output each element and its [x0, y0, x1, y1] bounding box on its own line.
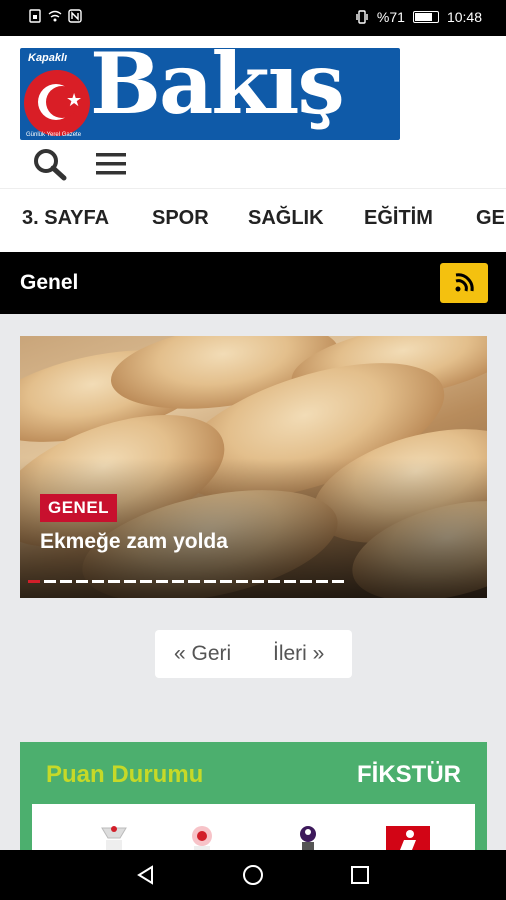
nfc-icon: [68, 9, 82, 23]
status-bar: %71 10:48: [0, 0, 506, 36]
search-icon[interactable]: [31, 147, 69, 181]
tab-standings[interactable]: Puan Durumu: [46, 761, 203, 789]
slider-dot[interactable]: [236, 580, 248, 583]
wifi-icon: [48, 10, 62, 22]
nav-item-spor[interactable]: SPOR: [152, 207, 209, 230]
slider-dot[interactable]: [44, 580, 56, 583]
system-navbar: [0, 850, 506, 900]
site-header: ★ Kapaklı Bakış Günlük Yerel Gazete: [0, 36, 506, 188]
rss-button[interactable]: [440, 263, 488, 303]
back-icon[interactable]: [134, 863, 158, 887]
recents-icon[interactable]: [348, 863, 372, 887]
slider-dot[interactable]: [332, 580, 344, 583]
category-nav: 3. SAYFA SPOR SAĞLIK EĞİTİM GE: [0, 188, 506, 252]
prev-button[interactable]: « Geri: [174, 642, 231, 666]
slider-dot[interactable]: [156, 580, 168, 583]
slider-dot[interactable]: [60, 580, 72, 583]
home-icon[interactable]: [241, 863, 265, 887]
slider-dot[interactable]: [220, 580, 232, 583]
battery-icon: [412, 11, 439, 23]
slider-dot[interactable]: [300, 580, 312, 583]
nav-item-ge[interactable]: GE: [476, 207, 505, 230]
clock: 10:48: [446, 9, 482, 25]
section-header: Genel: [0, 252, 506, 314]
nav-item-egitim[interactable]: EĞİTİM: [364, 207, 433, 230]
nav-item-saglik[interactable]: SAĞLIK: [248, 207, 324, 230]
slider-dot[interactable]: [76, 580, 88, 583]
slider-dot[interactable]: [252, 580, 264, 583]
sim-icon: [29, 9, 41, 23]
site-logo[interactable]: ★ Kapaklı Bakış Günlük Yerel Gazete: [20, 48, 400, 140]
logo-tagline: Günlük Yerel Gazete: [26, 132, 82, 138]
slider-dot[interactable]: [108, 580, 120, 583]
nav-item-3-sayfa[interactable]: 3. SAYFA: [22, 207, 109, 230]
slide-headline[interactable]: Ekmeğe zam yolda: [40, 530, 228, 554]
slider-dot[interactable]: [124, 580, 136, 583]
slider-dot[interactable]: [172, 580, 184, 583]
section-title: Genel: [20, 271, 79, 294]
slider-dot[interactable]: [28, 580, 40, 583]
battery-percent: %71: [376, 9, 405, 25]
pager: « Geri İleri »: [155, 630, 352, 678]
slider-dot[interactable]: [140, 580, 152, 583]
next-button[interactable]: İleri »: [273, 642, 324, 666]
news-slider[interactable]: GENEL Ekmeğe zam yolda: [20, 336, 487, 598]
logo-name: Bakış: [90, 48, 345, 133]
tab-fixtures[interactable]: FİKSTÜR: [357, 761, 461, 789]
logo-prefix: Kapaklı: [28, 52, 68, 64]
menu-icon[interactable]: [94, 149, 128, 179]
star-icon: ★: [66, 90, 83, 110]
slider-dot[interactable]: [268, 580, 280, 583]
slider-dot[interactable]: [284, 580, 296, 583]
slider-dot[interactable]: [204, 580, 216, 583]
slider-dot[interactable]: [316, 580, 328, 583]
scores-widget: Puan Durumu FİKSTÜR: [20, 742, 487, 864]
slider-dot[interactable]: [92, 580, 104, 583]
category-badge[interactable]: GENEL: [40, 494, 118, 522]
slider-dots: [28, 580, 344, 583]
flag-emblem: ★: [24, 70, 90, 136]
rss-icon: [455, 273, 474, 292]
slider-dot[interactable]: [188, 580, 200, 583]
vibrate-icon: [356, 10, 368, 24]
